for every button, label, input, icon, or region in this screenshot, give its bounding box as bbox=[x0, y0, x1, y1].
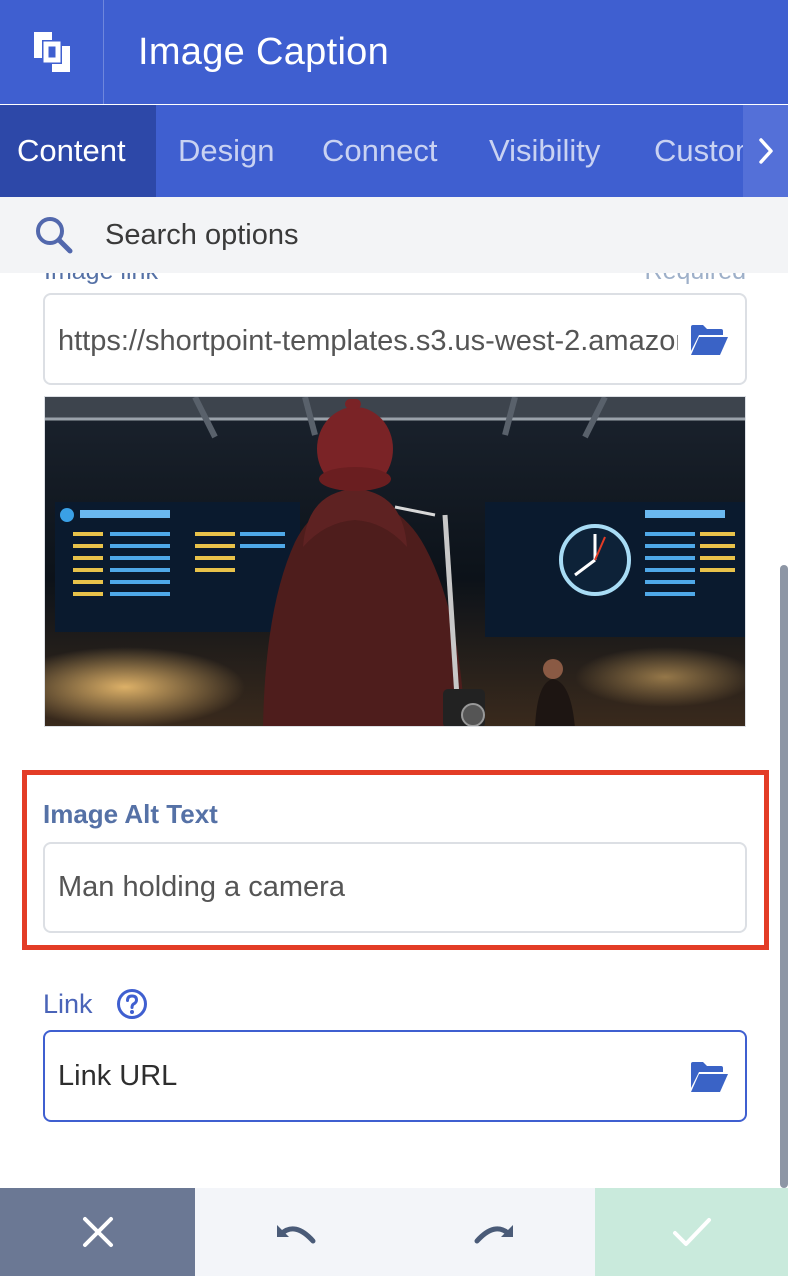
question-circle-icon[interactable] bbox=[116, 988, 148, 1020]
tab-connect[interactable]: Connect bbox=[322, 105, 437, 197]
chevron-right-icon bbox=[758, 138, 773, 164]
redo-icon bbox=[474, 1225, 513, 1244]
shortpoint-logo-icon bbox=[0, 0, 104, 104]
airport-photo bbox=[45, 397, 745, 726]
tab-bar: Content Design Connect Visibility Custom bbox=[0, 105, 788, 197]
link-label: Link bbox=[43, 989, 93, 1019]
options-panel: Image link Required https://shortpoint-t… bbox=[0, 273, 788, 1188]
link-url-input[interactable] bbox=[58, 1056, 668, 1096]
scrollbar[interactable] bbox=[780, 565, 788, 1188]
confirm-button[interactable] bbox=[595, 1188, 788, 1276]
search-icon bbox=[36, 217, 73, 254]
folder-open-icon[interactable] bbox=[689, 1060, 729, 1094]
image-alt-text-input[interactable] bbox=[43, 842, 747, 933]
folder-open-icon[interactable] bbox=[689, 323, 729, 357]
required-indicator: Required bbox=[645, 273, 746, 286]
image-link-value[interactable]: https://shortpoint-templates.s3.us-west-… bbox=[58, 325, 678, 358]
tab-visibility[interactable]: Visibility bbox=[489, 105, 600, 197]
action-bar bbox=[0, 1188, 788, 1276]
tab-content[interactable]: Content bbox=[0, 105, 156, 197]
undo-button[interactable] bbox=[195, 1188, 395, 1276]
search-bar bbox=[0, 197, 788, 273]
link-field[interactable] bbox=[43, 1030, 747, 1122]
tab-design[interactable]: Design bbox=[178, 105, 275, 197]
close-button[interactable] bbox=[0, 1188, 195, 1276]
image-preview bbox=[44, 396, 746, 727]
panel-title: Image Caption bbox=[138, 30, 390, 73]
search-input[interactable] bbox=[105, 213, 705, 257]
image-link-label: Image link bbox=[44, 273, 158, 286]
close-icon bbox=[82, 1217, 113, 1247]
redo-button[interactable] bbox=[395, 1188, 595, 1276]
undo-icon bbox=[277, 1225, 316, 1244]
check-icon bbox=[672, 1218, 711, 1246]
image-alt-text-label: Image Alt Text bbox=[43, 799, 218, 829]
panel-header: Image Caption bbox=[0, 0, 788, 104]
image-link-field[interactable]: https://shortpoint-templates.s3.us-west-… bbox=[43, 293, 747, 385]
tabs-scroll-right-button[interactable] bbox=[743, 105, 788, 197]
